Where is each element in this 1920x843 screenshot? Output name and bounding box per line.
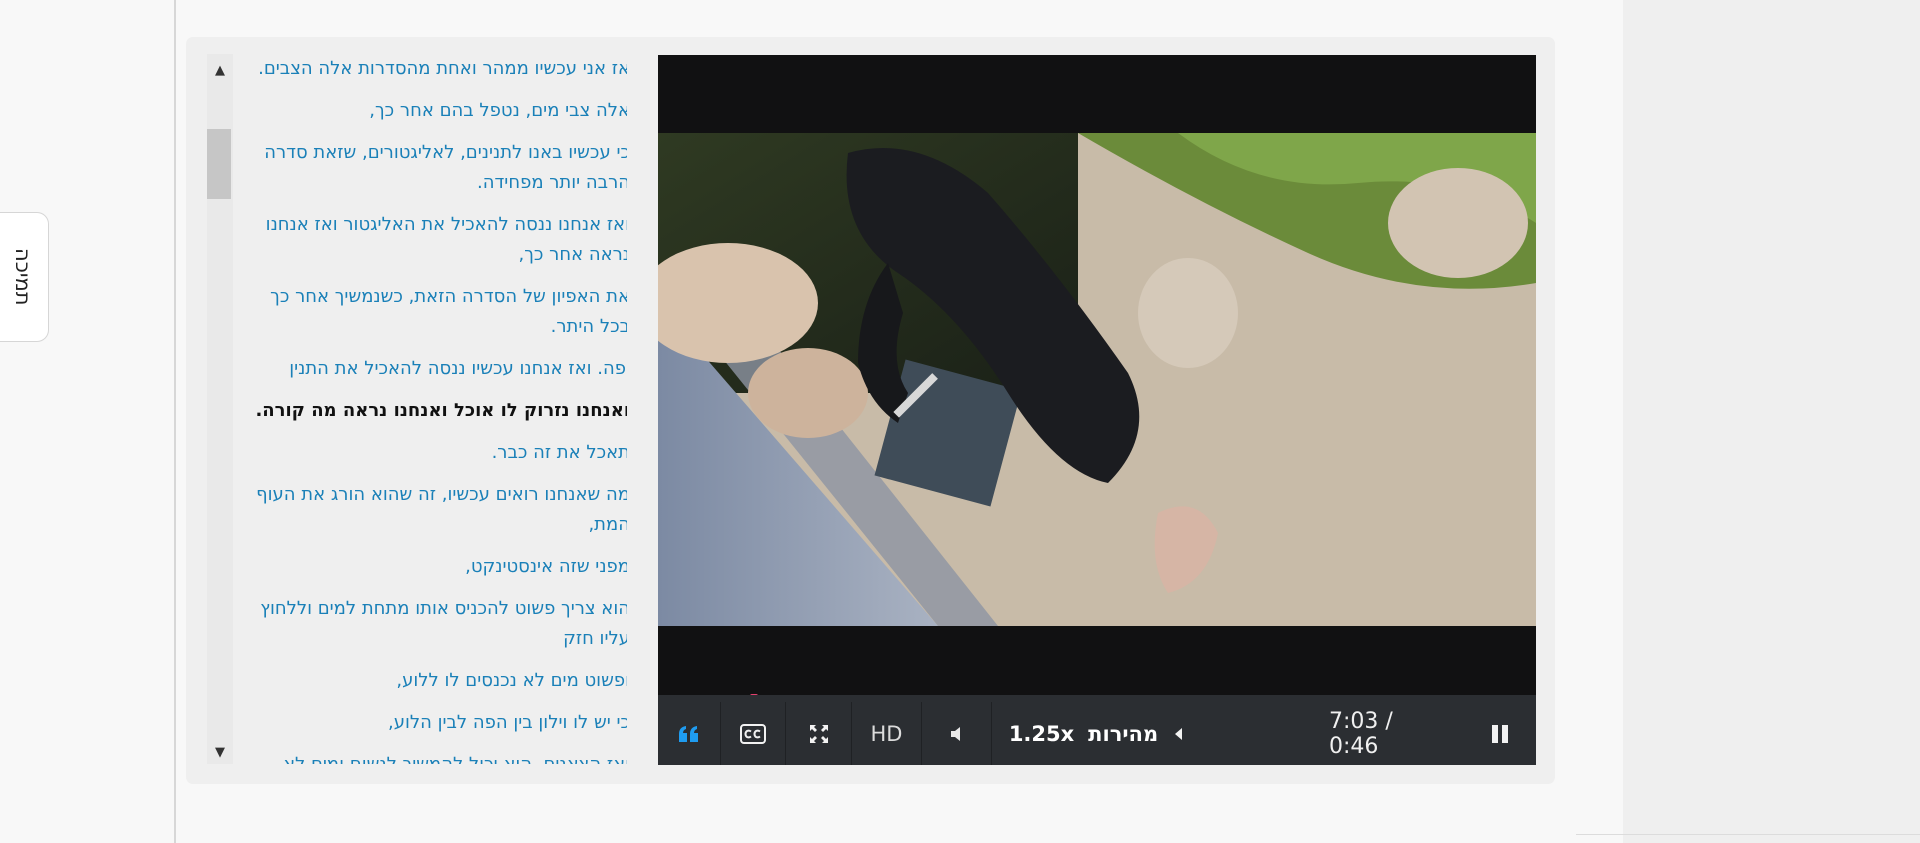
transcript-line[interactable]: ואנחנו נזרוק לו אוכל ואנחנו נראה מה קורה… bbox=[240, 396, 627, 426]
scrollbar-thumb[interactable] bbox=[207, 129, 231, 199]
speed-value: 1.25x bbox=[1008, 721, 1075, 746]
pause-icon bbox=[1492, 724, 1508, 743]
transcript-line[interactable]: כי יש לו וילון בין הפה לבין הלוע, bbox=[240, 708, 627, 738]
alligator-video-frame bbox=[658, 133, 1536, 626]
transcript-line[interactable]: אז אני עכשיו ממהר ואחת מהסדרות אלה הצבים… bbox=[240, 54, 627, 84]
quote-icon bbox=[679, 725, 698, 742]
scroll-down-arrow-icon[interactable]: ▼ bbox=[207, 740, 233, 764]
volume-icon bbox=[950, 726, 960, 741]
transcript-line[interactable]: ואז הצאנים, הוא יכול להמשיך לנשום ומים ל… bbox=[240, 750, 627, 764]
transcript-line[interactable]: כי עכשיו באנו לתנינים, לאליגטורים, שזאת … bbox=[240, 138, 627, 198]
support-tab[interactable]: תמיכה bbox=[0, 212, 49, 342]
support-tab-label: תמיכה bbox=[11, 248, 35, 306]
captions-button[interactable] bbox=[720, 702, 785, 765]
right-side-panel bbox=[1623, 0, 1920, 843]
video-player[interactable]: 7:03 / 0:46 1.25x מהירות HD bbox=[658, 55, 1536, 765]
right-panel-divider bbox=[1576, 834, 1920, 835]
cc-icon bbox=[740, 723, 766, 744]
transcript-line[interactable]: ואז אנחנו ננסה להאכיל את האליגטור ואז אנ… bbox=[240, 210, 627, 270]
transcript-panel: ▲ ▼ אז אני עכשיו ממהר ואחת מהסדרות אלה ה… bbox=[207, 54, 627, 764]
transcript-line[interactable]: מה שאנחנו רואים עכשיו, זה שהוא הורג את ה… bbox=[240, 480, 627, 540]
transcript-scrollbar[interactable]: ▲ ▼ bbox=[207, 54, 233, 764]
speed-label: מהירות bbox=[1088, 721, 1159, 746]
speed-control[interactable]: 1.25x מהירות bbox=[991, 702, 1201, 765]
transcript-lines: אז אני עכשיו ממהר ואחת מהסדרות אלה הצבים… bbox=[240, 54, 627, 764]
scroll-up-arrow-icon[interactable]: ▲ bbox=[207, 58, 233, 82]
transcript-line[interactable]: את האפיון של הסדרה הזאת, כשנמשיך אחר כך … bbox=[240, 282, 627, 342]
fullscreen-icon bbox=[809, 724, 828, 743]
transcript-line[interactable]: מפני שזה אינסטינקט, bbox=[240, 552, 627, 582]
time-display: 7:03 / 0:46 bbox=[1329, 708, 1393, 759]
transcript-toggle-button[interactable] bbox=[658, 702, 720, 765]
hd-button[interactable]: HD bbox=[851, 702, 921, 765]
fullscreen-button[interactable] bbox=[785, 702, 851, 765]
transcript-line[interactable]: הוא צריך פשוט להכניס אותו מתחת למים וללח… bbox=[240, 594, 627, 654]
transcript-line[interactable]: אלה צבי מים, נטפל בהם אחר כך, bbox=[240, 96, 627, 126]
page-left-divider bbox=[174, 0, 176, 843]
video-frame[interactable] bbox=[658, 133, 1536, 626]
volume-button[interactable] bbox=[921, 702, 991, 765]
transcript-line[interactable]: תאכל את זה כבר. bbox=[240, 438, 627, 468]
speed-left-arrow-icon bbox=[1175, 727, 1183, 740]
transcript-line[interactable]: ופשוט מים לא נכנסים לו ללוע, bbox=[240, 666, 627, 696]
transcript-line[interactable]: יפה. ואז אנחנו עכשיו ננסה להאכיל את התני… bbox=[240, 354, 627, 384]
pause-button[interactable] bbox=[1464, 702, 1536, 765]
